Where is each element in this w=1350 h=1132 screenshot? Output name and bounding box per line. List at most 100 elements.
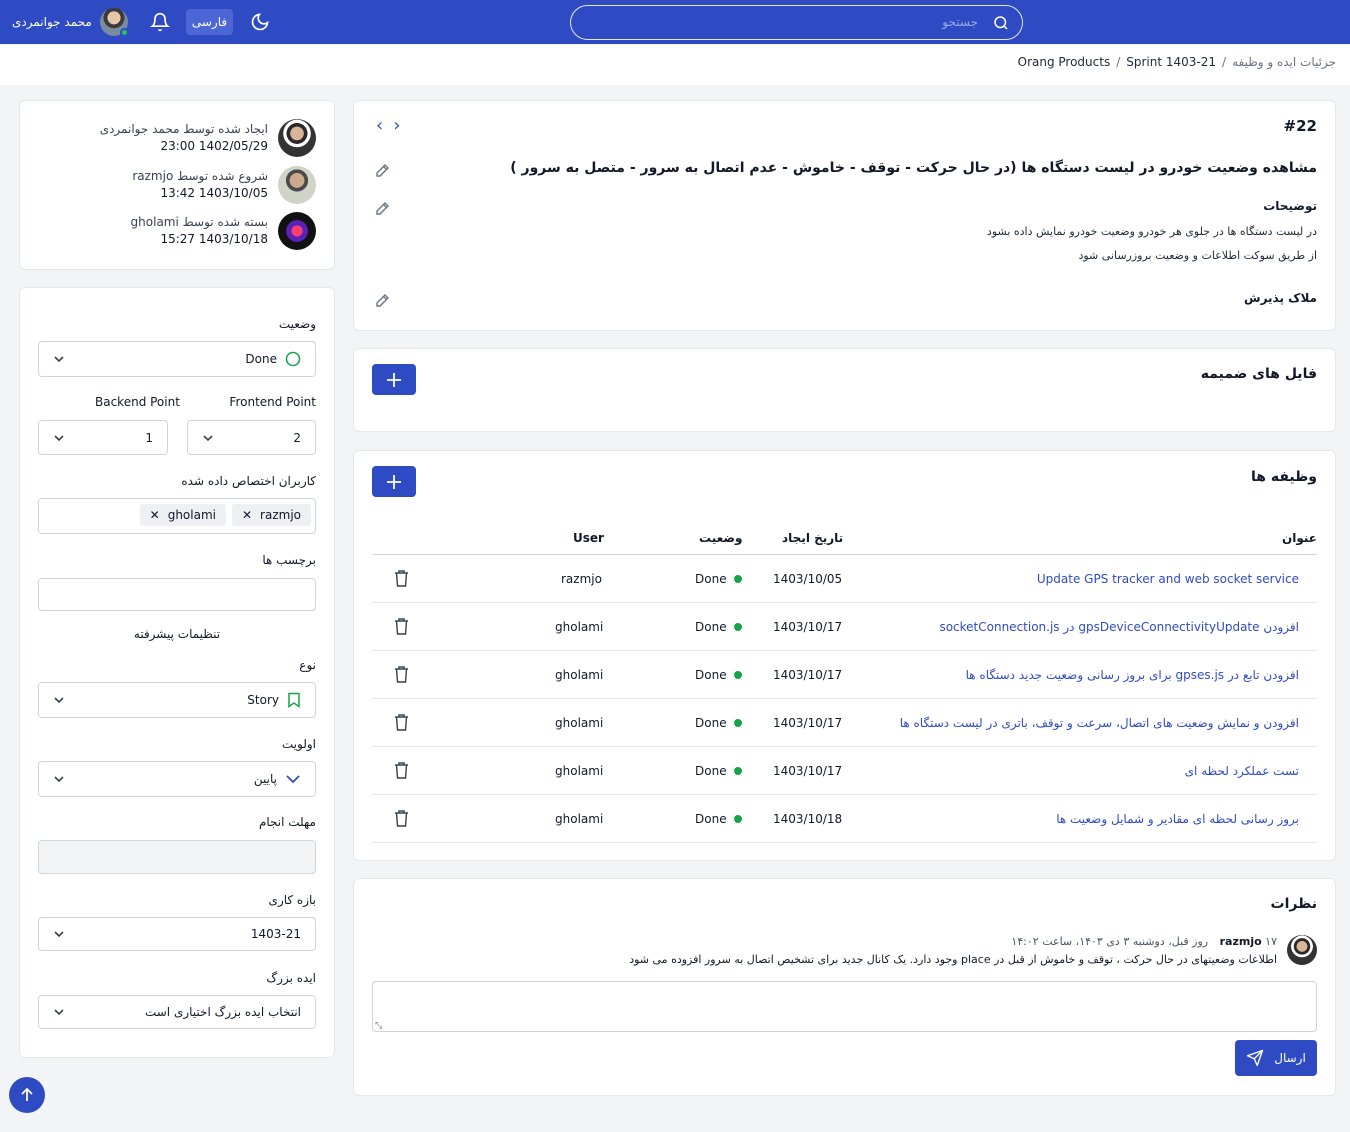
edit-acceptance-pencil-icon[interactable] [374,293,390,309]
chevron-down-icon [54,356,64,363]
breadcrumb-item-project[interactable]: Orang Products [1018,55,1111,69]
trash-icon[interactable] [394,714,409,731]
subtask-status: Done [695,620,743,634]
chevron-down-icon [54,776,64,783]
breadcrumb-item-sprint[interactable]: Sprint 1403-21 [1126,55,1216,69]
scroll-top-button[interactable] [9,1077,45,1113]
search-icon[interactable] [992,14,1010,32]
send-comment-button[interactable]: ارسال [1235,1040,1317,1076]
type-select[interactable]: Story [38,682,316,718]
status-dot-icon [734,575,743,583]
activity-started: شروع شده توسط razmjo 13:42 1403/10/05 [132,166,316,204]
resize-handle-icon[interactable]: ⤡ [375,1021,382,1031]
subtask-title-link[interactable]: بروز رسانی لحظه ای مقادیر و شمایل وضعیت … [1056,812,1299,826]
activity-card: ایجاد شده توسط محمد جوانمردی 23:00 1402/… [19,100,335,270]
deadline-input[interactable] [38,840,316,874]
subtask-user: gholami [555,668,604,682]
search-input[interactable]: جستجو [942,15,978,29]
subtask-created: 1403/10/05 [773,572,843,586]
add-subtask-button[interactable] [372,466,416,497]
chevron-down-icon [54,697,64,704]
backend-point-select[interactable]: 1 [38,420,168,455]
trash-icon[interactable] [394,570,409,587]
status-dot-icon [734,623,743,631]
table-row[interactable]: Update GPS tracker and web socket servic… [372,555,1317,603]
trash-icon[interactable] [394,666,409,683]
subtask-title-link[interactable]: افزودن و نمایش وضعیت های اتصال، سرعت و ت… [900,716,1299,730]
backend-point-value: 1 [145,430,153,445]
acceptance-criteria-label: ملاک پذیرش [1244,291,1317,305]
trash-icon[interactable] [394,810,409,827]
epic-value: انتخاب ایده بزرگ اختیاری است [144,1005,301,1019]
assignee-chip[interactable]: ✕ razmjo [231,504,311,526]
activity-date: 23:00 1402/05/29 [160,139,268,153]
subtask-title-link[interactable]: Update GPS tracker and web socket servic… [1037,572,1299,586]
frontend-point-value: 2 [293,430,301,445]
priority-label: اولویت [281,737,316,751]
user-name: محمد جوانمردی [12,15,92,29]
chevron-left-icon[interactable]: ‹ [376,115,383,136]
table-row[interactable]: افزودن و نمایش وضعیت های اتصال، سرعت و ت… [372,699,1317,747]
edit-description-pencil-icon[interactable] [374,201,390,217]
subtask-status-text: Done [695,572,727,586]
priority-select[interactable]: پایین [38,761,316,797]
close-icon[interactable]: ✕ [242,508,252,522]
subtask-user: razmjo [561,572,602,586]
activity-label: شروع شده توسط razmjo [132,169,268,183]
table-row[interactable]: افزودن gpsDeviceConnectivityUpdate در so… [372,603,1317,651]
breadcrumb: Orang Products / Sprint 1403-21 / جزئیات… [1018,55,1336,69]
activity-date: 13:42 1403/10/05 [160,186,268,200]
user-menu[interactable]: محمد جوانمردی [12,8,129,37]
status-dot-icon [734,815,743,823]
bell-icon[interactable] [150,12,170,32]
close-icon[interactable]: ✕ [150,508,160,522]
tags-label: برچسب ها [262,553,316,567]
table-row[interactable]: تست عملکرد لحظه ای 1403/10/17 Done gholami [372,747,1317,795]
status-dot-icon [734,767,743,775]
plus-icon [387,474,401,489]
activity-date: 15:27 1403/10/18 [160,232,268,246]
comment-text: اطلاعات وضعیتهای در حال حرکت ، توقف و خا… [629,953,1277,966]
epic-select[interactable]: انتخاب ایده بزرگ اختیاری است [38,995,316,1029]
activity-closed: بسته شده توسط gholami 15:27 1403/10/18 [131,212,316,250]
trash-icon[interactable] [394,762,409,779]
language-button[interactable]: فارسی [186,9,233,35]
add-attachment-button[interactable] [372,364,416,395]
sprint-select[interactable]: 1403-21 [38,917,316,951]
subtask-title-link[interactable]: افزودن تابع در gpses.js برای بروز رسانی … [966,668,1299,682]
subtask-created: 1403/10/17 [773,764,843,778]
comment-input[interactable]: ⤡ [372,981,1317,1032]
circle-status-icon [285,351,301,367]
chevron-right-icon[interactable]: › [393,115,400,136]
subtasks-title: وظیفه ها [1250,469,1317,485]
epic-label: ایده بزرگ [266,971,316,985]
chevron-down-icon [54,931,64,938]
table-row[interactable]: افزودن تابع در gpses.js برای بروز رسانی … [372,651,1317,699]
task-title: مشاهده وضعیت خودرو در لیست دستگاه ها (در… [510,160,1317,176]
subtask-title-link[interactable]: افزودن gpsDeviceConnectivityUpdate در so… [939,620,1299,634]
assignees-field[interactable]: ✕ razmjo ✕ gholami [38,498,316,534]
moon-icon[interactable] [250,12,270,32]
user-avatar[interactable] [99,8,129,37]
assignee-chip[interactable]: ✕ gholami [139,504,226,526]
edit-title-pencil-icon[interactable] [374,163,390,179]
avatar [278,119,316,157]
frontend-point-select[interactable]: 2 [187,420,316,455]
subtask-title-link[interactable]: تست عملکرد لحظه ای [1185,764,1299,778]
advanced-settings-toggle[interactable]: تنظیمات پیشرفته [20,627,334,641]
chevron-down-icon [54,434,64,441]
type-value: Story [247,693,279,707]
top-bar: محمد جوانمردی فارسی جستجو [0,0,1350,44]
description-line: از طریق سوکت اطلاعات و وضعیت بروزرسانی ش… [1078,249,1317,262]
search-box[interactable]: جستجو [570,5,1023,40]
table-row[interactable]: بروز رسانی لحظه ای مقادیر و شمایل وضعیت … [372,795,1317,843]
status-select[interactable]: Done [38,341,316,377]
breadcrumb-item-current: جزئیات ایده و وظیفه [1232,55,1336,69]
subtask-user: gholami [555,620,604,634]
subtasks-card: وظیفه ها عنوان تاریخ ایجاد وضعیت User Up… [353,450,1336,861]
backend-point-label: Backend Point [95,395,180,409]
tags-input[interactable] [38,578,316,611]
trash-icon[interactable] [394,618,409,635]
subtask-status-text: Done [695,716,727,730]
comment-author: razmjo [1219,935,1262,948]
